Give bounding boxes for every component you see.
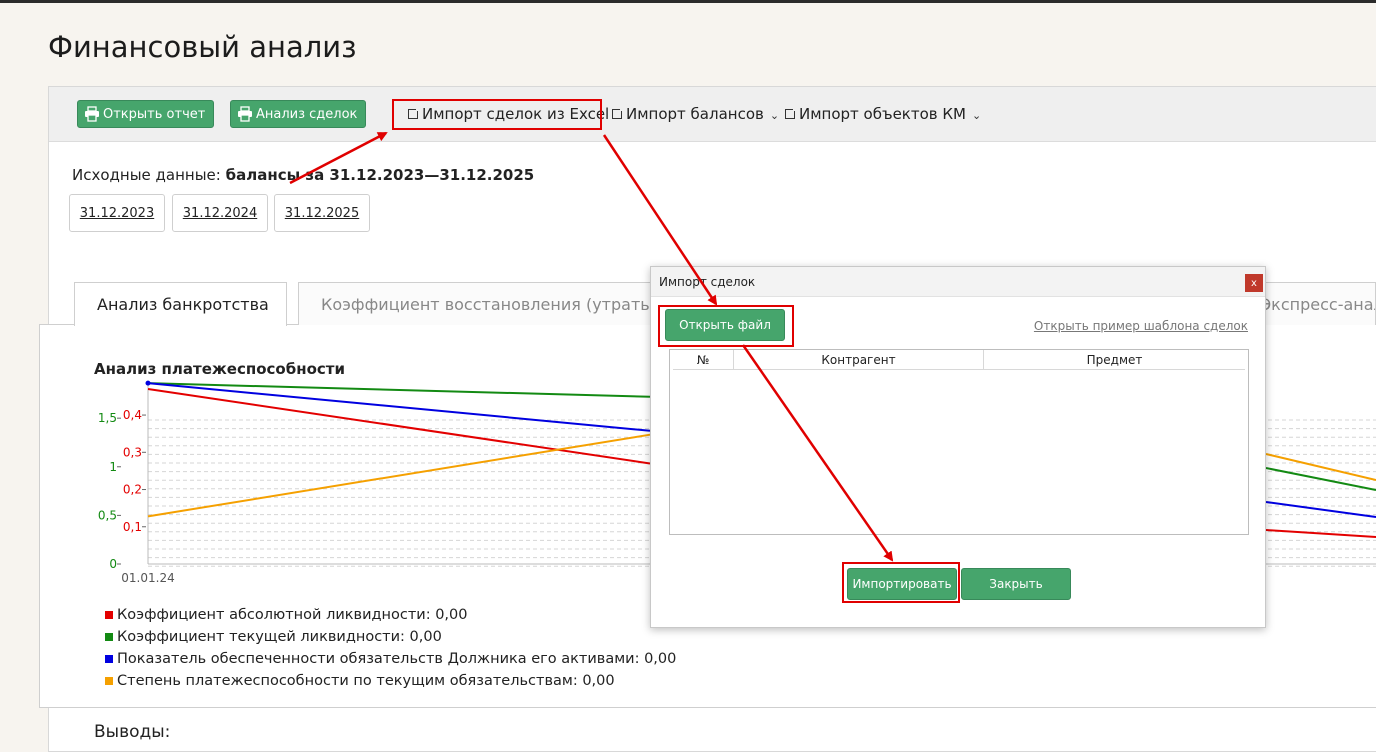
open-report-button[interactable]: Открыть отчет [77,100,215,128]
legend-label: Степень платежеспособности по текущим об… [117,673,615,689]
series-line [147,433,651,518]
legend-swatch [105,611,113,619]
import-excel-button[interactable]: Импорт сделок из Excel [408,105,609,123]
external-link-icon [785,107,797,119]
series-line [1265,529,1376,538]
source-data-value: балансы за 31.12.2023—31.12.2025 [225,166,535,184]
chevron-down-icon: ⌄ [971,108,982,122]
date-button[interactable]: 31.12.2024 [172,194,268,232]
legend-item[interactable]: Коэффициент текущей ликвидности: 0,00 [105,626,676,648]
close-dialog-button[interactable]: Закрыть [961,568,1071,600]
column-header-number[interactable]: № [673,350,734,369]
dialog-title: Импорт сделок [659,274,756,289]
y-tick-label-green: 0 [109,557,117,571]
printer-icon [238,106,252,122]
close-icon[interactable]: x [1245,274,1263,292]
column-header-subject[interactable]: Предмет [984,350,1245,369]
deal-analysis-label: Анализ сделок [256,106,358,122]
external-link-icon [612,107,624,119]
page-title: Финансовый анализ [48,30,357,64]
printer-icon [85,106,99,122]
chart-legend: Коэффициент абсолютной ликвидности: 0,00… [105,604,676,692]
conclusions-heading: Выводы: [94,722,171,742]
x-tick-label: 01.01.24 [121,571,174,585]
legend-swatch [105,677,113,685]
source-data: Исходные данные: балансы за 31.12.2023—3… [72,166,534,184]
y-tick-label-red: 0,2 [123,483,142,497]
legend-item[interactable]: Показатель обеспеченности обязательств Д… [105,648,676,670]
y-tick-label-green: 1 [109,460,117,474]
chevron-down-icon: ⌄ [769,108,780,122]
tab-recovery-coefficient[interactable]: Коэффициент восстановления (утраты) [298,282,670,325]
window-top-border [0,0,1376,3]
legend-label: Коэффициент абсолютной ликвидности: 0,00 [117,607,468,623]
source-data-label: Исходные данные: [72,166,221,184]
y-tick-label-red: 0,1 [123,520,142,534]
import-excel-label: Импорт сделок из Excel [422,105,610,123]
import-button[interactable]: Импортировать [847,568,957,600]
series-line [147,388,651,465]
external-link-icon [408,107,420,119]
chart-title: Анализ платежеспособности [94,360,345,378]
import-km-button[interactable]: Импорт объектов КМ ⌄ [785,105,981,123]
open-report-label: Открыть отчет [103,106,206,122]
import-km-label: Импорт объектов КМ [799,105,966,123]
legend-label: Коэффициент текущей ликвидности: 0,00 [117,629,442,645]
y-tick-label-red: 0,3 [123,445,142,459]
y-tick-label-green: 1,5 [98,411,117,425]
open-file-button[interactable]: Открыть файл [665,309,785,341]
legend-item[interactable]: Степень платежеспособности по текущим об… [105,670,676,692]
deals-table: № Контрагент Предмет [669,349,1249,535]
column-header-counterparty[interactable]: Контрагент [734,350,984,369]
import-balances-button[interactable]: Импорт балансов ⌄ [612,105,779,123]
y-tick-label-green: 0,5 [98,508,117,522]
import-deals-dialog: Импорт сделок x Открыть файл Открыть при… [650,266,1266,628]
legend-item[interactable]: Коэффициент абсолютной ликвидности: 0,00 [105,604,676,626]
legend-label: Показатель обеспеченности обязательств Д… [117,651,677,667]
import-balances-label: Импорт балансов [626,105,764,123]
dialog-header: Импорт сделок x [651,267,1265,297]
data-point [145,380,151,386]
template-example-link[interactable]: Открыть пример шаблона сделок [1034,319,1248,333]
y-tick-label-red: 0,4 [123,408,142,422]
date-button[interactable]: 31.12.2023 [69,194,165,232]
legend-swatch [105,633,113,641]
table-header: № Контрагент Предмет [673,350,1245,370]
toolbar: Открыть отчет Анализ сделок Импорт сдело… [49,87,1376,142]
deal-analysis-button[interactable]: Анализ сделок [230,100,367,128]
date-button[interactable]: 31.12.2025 [274,194,370,232]
legend-swatch [105,655,113,663]
tab-bankruptcy-analysis[interactable]: Анализ банкротства [74,282,287,326]
series-line [1265,453,1376,481]
